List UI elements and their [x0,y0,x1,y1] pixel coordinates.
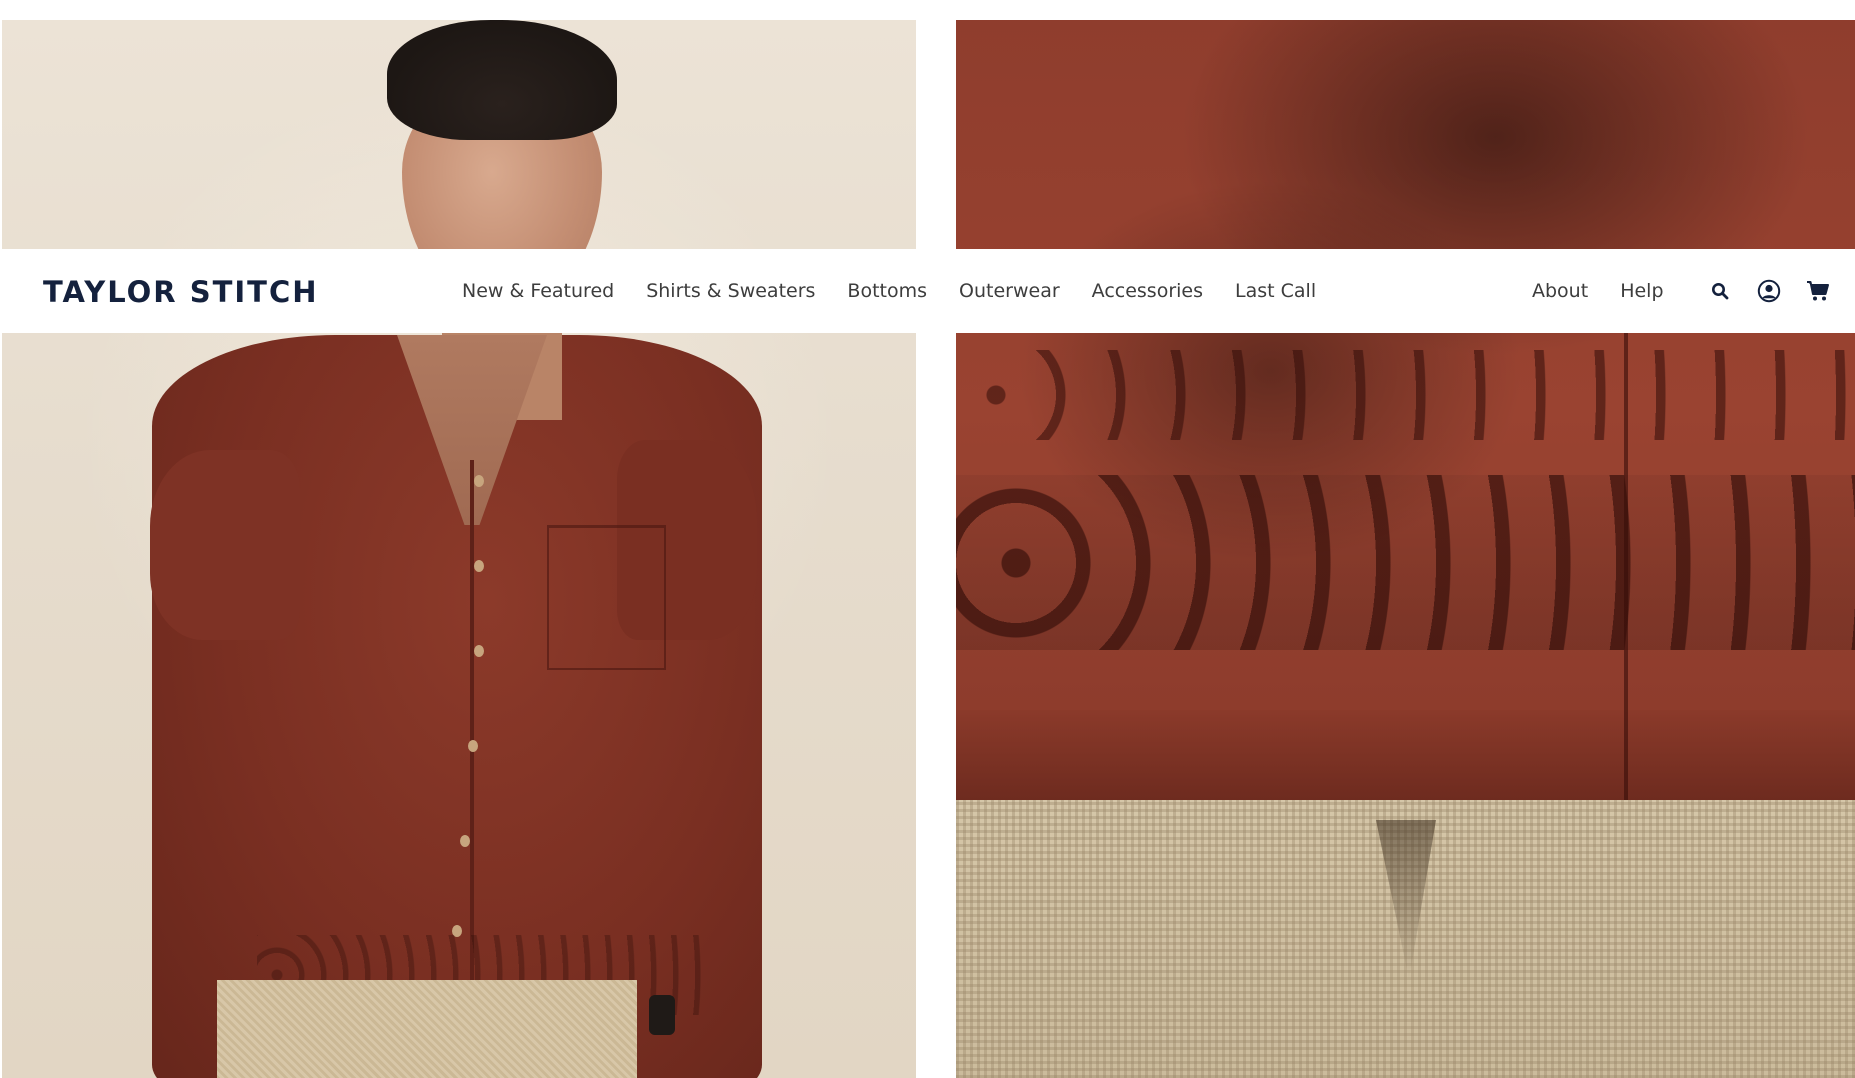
shirt-button [468,740,478,752]
fabric-embroidered-band [956,475,1855,650]
nav-link-bottoms[interactable]: Bottoms [847,280,927,302]
shirt-pocket [547,525,666,670]
page: TAYLOR STITCH New & Featured Shirts & Sw… [0,0,1855,1078]
shirt-button [474,560,484,572]
fabric-eyelet-row [956,350,1855,440]
shirt-button [474,475,484,487]
site-header: TAYLOR STITCH New & Featured Shirts & Sw… [0,249,1855,333]
nav-link-shirts-sweaters[interactable]: Shirts & Sweaters [646,280,815,302]
nav-link-about[interactable]: About [1532,280,1588,302]
account-button[interactable] [1755,249,1783,333]
model-watch [649,995,675,1035]
nav-link-outerwear[interactable]: Outerwear [959,280,1060,302]
cart-button[interactable] [1803,249,1833,333]
search-icon [1712,283,1729,300]
search-button[interactable] [1708,249,1732,333]
account-icon [1757,279,1781,303]
model-left-sleeve [150,450,300,640]
model-hair [387,20,617,140]
nav-link-last-call[interactable]: Last Call [1235,280,1316,302]
cart-icon [1807,281,1829,301]
fabric-side-seam [1624,330,1628,800]
main-nav: New & Featured Shirts & Sweaters Bottoms… [462,249,1348,333]
hero-image-model[interactable] [2,20,916,1078]
shirt-button [474,645,484,657]
nav-link-help[interactable]: Help [1620,280,1663,302]
fabric-hem [956,710,1855,800]
nav-link-accessories[interactable]: Accessories [1092,280,1203,302]
model-pants [217,980,637,1078]
nav-link-new-featured[interactable]: New & Featured [462,280,614,302]
hero-image-detail[interactable] [956,20,1855,1078]
shirt-button [460,835,470,847]
brand-logo[interactable]: TAYLOR STITCH [43,275,319,309]
secondary-nav: About Help [1532,249,1664,333]
